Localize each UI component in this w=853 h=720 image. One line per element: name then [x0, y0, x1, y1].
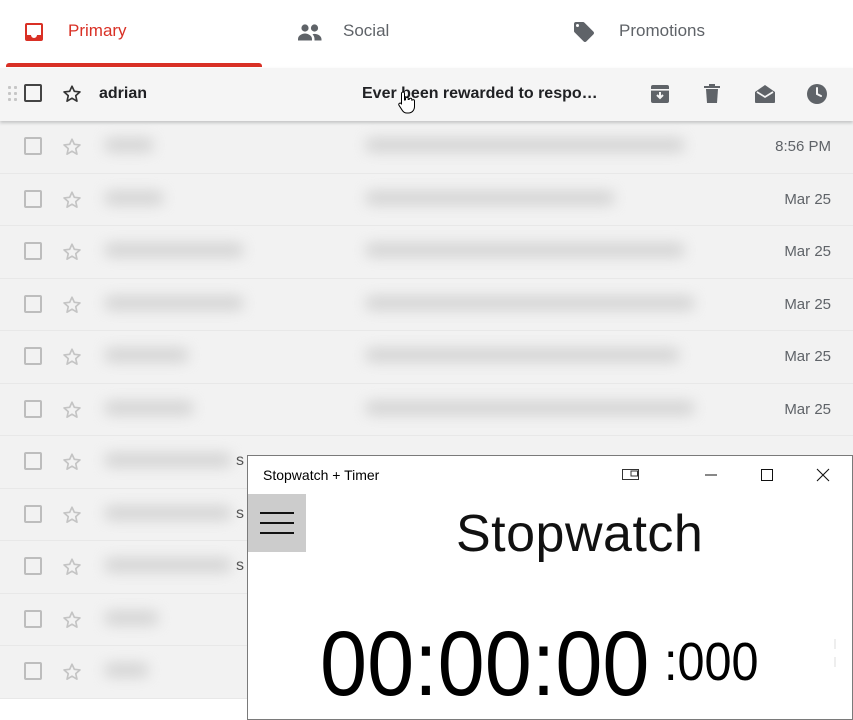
compact-overlay-icon	[622, 469, 639, 480]
mail-date: Mar 25	[784, 295, 831, 313]
select-checkbox[interactable]	[24, 137, 42, 155]
hand-cursor-icon	[398, 90, 416, 114]
star-icon[interactable]	[61, 83, 83, 105]
tab-label: Promotions	[619, 21, 705, 40]
select-checkbox[interactable]	[24, 662, 42, 680]
snooze-icon[interactable]	[805, 82, 829, 106]
tab-label: Primary	[68, 21, 127, 40]
active-tab-indicator	[6, 63, 262, 67]
star-icon[interactable]	[61, 661, 83, 683]
people-icon	[297, 20, 322, 44]
blurred-sender	[104, 505, 232, 520]
mail-date: Mar 25	[784, 243, 831, 260]
scrollbar-hint-icon	[834, 639, 836, 667]
maximize-icon	[761, 469, 773, 481]
select-checkbox[interactable]	[24, 189, 42, 208]
select-checkbox[interactable]	[24, 557, 42, 575]
star-icon[interactable]	[61, 451, 83, 473]
blurred-subject	[365, 348, 680, 362]
sender-fragment: s	[236, 557, 244, 574]
blurred-sender	[104, 190, 164, 205]
select-checkbox[interactable]	[24, 399, 42, 418]
stopwatch-window: Stopwatch + Timer Stopwatch 00:00:00 :00…	[247, 455, 853, 720]
mail-date: 8:56 PM	[775, 138, 831, 155]
blurred-sender	[104, 453, 232, 467]
sender-fragment: s	[236, 504, 244, 522]
blurred-subject	[365, 243, 685, 257]
star-icon[interactable]	[61, 609, 83, 631]
select-checkbox[interactable]	[24, 347, 42, 365]
mail-date: Mar 25	[784, 190, 831, 208]
star-icon[interactable]	[61, 136, 83, 158]
mark-read-icon[interactable]	[753, 82, 777, 106]
star-icon[interactable]	[61, 399, 83, 421]
blurred-sender	[104, 295, 244, 310]
blurred-sender	[104, 400, 194, 415]
tab-label: Social	[343, 21, 390, 40]
mail-date: Mar 25	[784, 348, 831, 365]
blurred-sender	[104, 558, 232, 572]
blurred-subject	[365, 138, 685, 152]
stopwatch-time: 00:00:00	[320, 613, 650, 715]
select-checkbox[interactable]	[24, 84, 42, 102]
window-titlebar[interactable]: Stopwatch + Timer	[248, 456, 852, 494]
mail-row-hovered[interactable]: adrian Ever been rewarded to respo…	[0, 68, 853, 121]
star-icon[interactable]	[61, 294, 83, 316]
minimize-button[interactable]	[684, 456, 740, 494]
page-title: Stopwatch	[456, 505, 704, 563]
sender-fragment: s	[236, 452, 244, 469]
sender-name: adrian	[99, 85, 148, 102]
blurred-subject	[365, 295, 695, 310]
window-title: Stopwatch + Timer	[263, 467, 380, 483]
mail-row[interactable]: Mar 25	[0, 173, 853, 226]
select-checkbox[interactable]	[24, 609, 42, 628]
blurred-sender	[104, 348, 189, 362]
blurred-subject	[365, 400, 695, 415]
stopwatch-milliseconds: :000	[664, 632, 759, 692]
blurred-subject	[365, 190, 615, 205]
mail-row[interactable]: Mar 25	[0, 278, 853, 331]
star-icon[interactable]	[61, 346, 83, 368]
star-icon[interactable]	[61, 556, 83, 578]
inbox-icon	[22, 20, 46, 44]
blurred-sender	[104, 243, 244, 257]
mail-row[interactable]: 8:56 PM	[0, 121, 853, 174]
star-icon[interactable]	[61, 189, 83, 211]
blurred-sender	[104, 138, 154, 152]
compact-overlay-button[interactable]	[602, 456, 658, 494]
category-tabs: Primary Social Promotions	[0, 0, 853, 67]
mail-row[interactable]: Mar 25	[0, 383, 853, 436]
blurred-sender	[104, 610, 159, 625]
maximize-button[interactable]	[740, 456, 796, 494]
blurred-sender	[104, 663, 149, 677]
archive-icon[interactable]	[648, 82, 672, 106]
tag-icon	[572, 20, 596, 44]
close-icon	[816, 468, 830, 482]
star-icon[interactable]	[61, 241, 83, 263]
hamburger-menu-button[interactable]	[248, 494, 306, 552]
close-button[interactable]	[796, 456, 852, 494]
drag-handle-icon[interactable]	[8, 86, 18, 104]
mail-row[interactable]: Mar 25	[0, 331, 853, 384]
mail-date: Mar 25	[784, 400, 831, 418]
delete-icon[interactable]	[700, 82, 724, 106]
select-checkbox[interactable]	[24, 504, 42, 523]
mail-row[interactable]: Mar 25	[0, 226, 853, 279]
select-checkbox[interactable]	[24, 452, 42, 470]
minimize-icon	[705, 474, 717, 476]
select-checkbox[interactable]	[24, 294, 42, 313]
star-icon[interactable]	[61, 504, 83, 526]
tab-primary[interactable]: Primary	[0, 0, 262, 66]
select-checkbox[interactable]	[24, 242, 42, 260]
tab-social[interactable]: Social	[262, 0, 532, 66]
tab-promotions[interactable]: Promotions	[532, 0, 853, 66]
